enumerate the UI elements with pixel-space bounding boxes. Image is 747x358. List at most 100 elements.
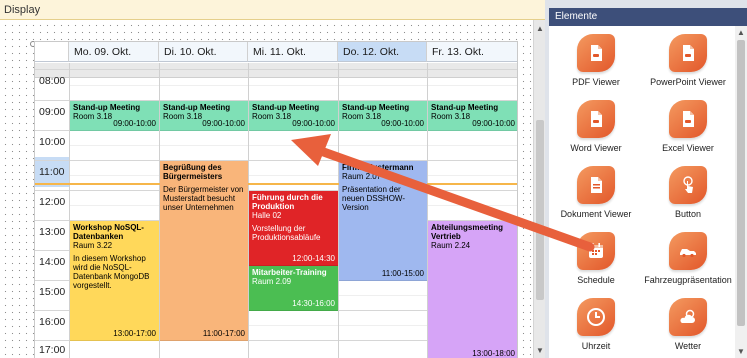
element-tile-button[interactable]: Button xyxy=(643,164,733,224)
time-label: 11:00 xyxy=(39,166,65,178)
calendar-icon xyxy=(577,232,615,270)
event-title: Mitarbeiter-Training xyxy=(252,268,327,277)
pdf-document-icon xyxy=(577,34,615,72)
event-workshop[interactable]: Workshop NoSQL-Datenbanken Raum 3.22 In … xyxy=(70,221,159,341)
time-label: 15:00 xyxy=(39,286,66,298)
clock-icon xyxy=(577,298,615,336)
event-title: Stand-up Meeting xyxy=(252,103,320,112)
element-tile-fahrzeugpraesentation[interactable]: Fahrzeugpräsentation xyxy=(643,230,733,290)
event-mustermann[interactable]: Firma Mustermann Raum 2.07 Präsentation … xyxy=(339,161,427,281)
weather-icon xyxy=(669,298,707,336)
time-label: 13:00 xyxy=(39,226,66,238)
event-title: Stand-up Meeting xyxy=(431,103,499,112)
event-time: 12:00-14:30 xyxy=(292,254,335,263)
event-time: 09:00-10:00 xyxy=(113,119,156,128)
event-time: 11:00-15:00 xyxy=(381,269,424,278)
element-tile-label: Fahrzeugpräsentation xyxy=(644,275,732,285)
element-tile-word-viewer[interactable]: Word Viewer xyxy=(551,98,641,158)
day-header[interactable]: Mi. 11. Okt. xyxy=(248,42,338,62)
event-description: In diesem Workshop wird die NoSQL-Datenb… xyxy=(73,254,150,290)
elements-list: PDF Viewer PowerPoint Viewer Word Viewer… xyxy=(549,26,735,358)
element-tile-label: Uhrzeit xyxy=(581,341,611,351)
event-time: 09:00-10:00 xyxy=(381,119,424,128)
event-title: Firma Mustermann xyxy=(342,163,414,172)
element-tile-label: PowerPoint Viewer xyxy=(650,77,726,87)
day-header[interactable]: Di. 10. Okt. xyxy=(159,42,248,62)
current-time-line xyxy=(35,183,517,185)
event-standup[interactable]: Stand-up Meeting Room 3.18 09:00-10:00 xyxy=(70,101,159,131)
all-day-row[interactable] xyxy=(35,63,517,78)
event-time: 13:00-17:00 xyxy=(113,329,156,338)
event-room: Raum 2.07 xyxy=(342,172,382,181)
word-document-icon xyxy=(577,100,615,138)
time-label: 12:00 xyxy=(39,196,66,208)
element-tile-schedule[interactable]: Schedule xyxy=(551,230,641,290)
elements-panel-title: Elemente xyxy=(549,8,747,26)
event-room: Raum 3.22 xyxy=(73,241,113,250)
element-tile-label: Wetter xyxy=(674,341,702,351)
event-time: 11:00-17:00 xyxy=(202,329,245,338)
event-training[interactable]: Mitarbeiter-Training Raum 2.09 14:30-16:… xyxy=(249,266,338,311)
document-icon xyxy=(577,166,615,204)
element-tile-label: Dokument Viewer xyxy=(560,209,632,219)
event-fuehrung[interactable]: Führung durch die Produktion Halle 02 Vo… xyxy=(249,191,338,266)
element-tile-excel-viewer[interactable]: Excel Viewer xyxy=(643,98,733,158)
scroll-down-icon[interactable]: ▼ xyxy=(534,344,546,358)
time-label: 14:00 xyxy=(39,256,66,268)
element-tile-uhrzeit[interactable]: Uhrzeit xyxy=(551,296,641,356)
event-time: 14:30-16:00 xyxy=(292,299,335,308)
event-time: 13:00-18:00 xyxy=(472,349,515,358)
time-label: 09:00 xyxy=(39,106,66,118)
event-vertrieb[interactable]: Abteilungsmeeting Vertrieb Raum 2.24 13:… xyxy=(428,221,517,358)
day-header-today[interactable]: Do. 12. Okt. xyxy=(338,42,427,62)
time-label: 16:00 xyxy=(39,316,66,328)
event-description: Der Bürgermeister von Musterstadt besuch… xyxy=(163,185,244,212)
display-scrollbar[interactable]: ▲ ▼ xyxy=(533,20,545,358)
day-header[interactable]: Mo. 09. Okt. xyxy=(69,42,159,62)
event-title: Stand-up Meeting xyxy=(163,103,231,112)
time-label: 17:00 xyxy=(39,344,66,356)
event-time: 09:00-10:00 xyxy=(202,119,245,128)
elements-scrollbar[interactable]: ▲ ▼ xyxy=(735,26,747,358)
car-icon xyxy=(669,232,707,270)
element-tile-powerpoint-viewer[interactable]: PowerPoint Viewer xyxy=(643,32,733,92)
scroll-down-icon[interactable]: ▼ xyxy=(735,347,747,356)
element-tile-label: Word Viewer xyxy=(570,143,622,153)
event-description: Präsentation der neuen DSSHOW-Version xyxy=(342,185,405,212)
element-tile-label: Excel Viewer xyxy=(662,143,714,153)
powerpoint-document-icon xyxy=(669,34,707,72)
element-tile-dokument-viewer[interactable]: Dokument Viewer xyxy=(551,164,641,224)
schedule-widget[interactable]: Mo. 09. Okt. Di. 10. Okt. Mi. 11. Okt. D… xyxy=(34,41,518,358)
element-tile-label: PDF Viewer xyxy=(572,77,620,87)
event-buergermeister[interactable]: Begrüßung des Bürgermeisters Der Bürgerm… xyxy=(160,161,248,341)
event-title: Führung durch die Produktion xyxy=(252,193,323,211)
scroll-up-icon[interactable]: ▲ xyxy=(735,28,747,37)
event-standup[interactable]: Stand-up Meeting Room 3.18 09:00-10:00 xyxy=(249,101,338,131)
day-header[interactable]: Fr. 13. Okt. xyxy=(427,42,517,62)
event-standup[interactable]: Stand-up Meeting Room 3.18 09:00-10:00 xyxy=(339,101,427,131)
excel-document-icon xyxy=(669,100,707,138)
event-title: Begrüßung des Bürgermeisters xyxy=(163,163,223,181)
time-label: 10:00 xyxy=(39,136,66,148)
event-room: Halle 02 xyxy=(252,211,282,220)
event-title: Stand-up Meeting xyxy=(342,103,410,112)
event-title: Workshop NoSQL-Datenbanken xyxy=(73,223,144,241)
time-label: 08:00 xyxy=(39,75,66,87)
element-tile-label: Button xyxy=(674,209,702,219)
event-standup[interactable]: Stand-up Meeting Room 3.18 09:00-10:00 xyxy=(428,101,517,131)
event-room: Raum 2.24 xyxy=(431,241,471,250)
touch-hand-icon xyxy=(669,166,707,204)
element-tile-pdf-viewer[interactable]: PDF Viewer xyxy=(551,32,641,92)
event-room: Raum 2.09 xyxy=(252,277,292,286)
element-tile-wetter[interactable]: Wetter xyxy=(643,296,733,356)
event-title: Abteilungsmeeting Vertrieb xyxy=(431,223,504,241)
elements-panel: Elemente PDF Viewer PowerPoint Viewer Wo… xyxy=(549,0,747,358)
element-tile-label: Schedule xyxy=(577,275,615,285)
event-time: 09:00-10:00 xyxy=(472,119,515,128)
scroll-thumb[interactable] xyxy=(737,40,745,326)
scroll-thumb[interactable] xyxy=(536,120,544,300)
event-description: Vorstellung der Produktionsabläufe xyxy=(252,224,321,242)
display-panel-title: Display xyxy=(0,0,545,20)
scroll-up-icon[interactable]: ▲ xyxy=(534,22,546,36)
event-standup[interactable]: Stand-up Meeting Room 3.18 09:00-10:00 xyxy=(160,101,248,131)
